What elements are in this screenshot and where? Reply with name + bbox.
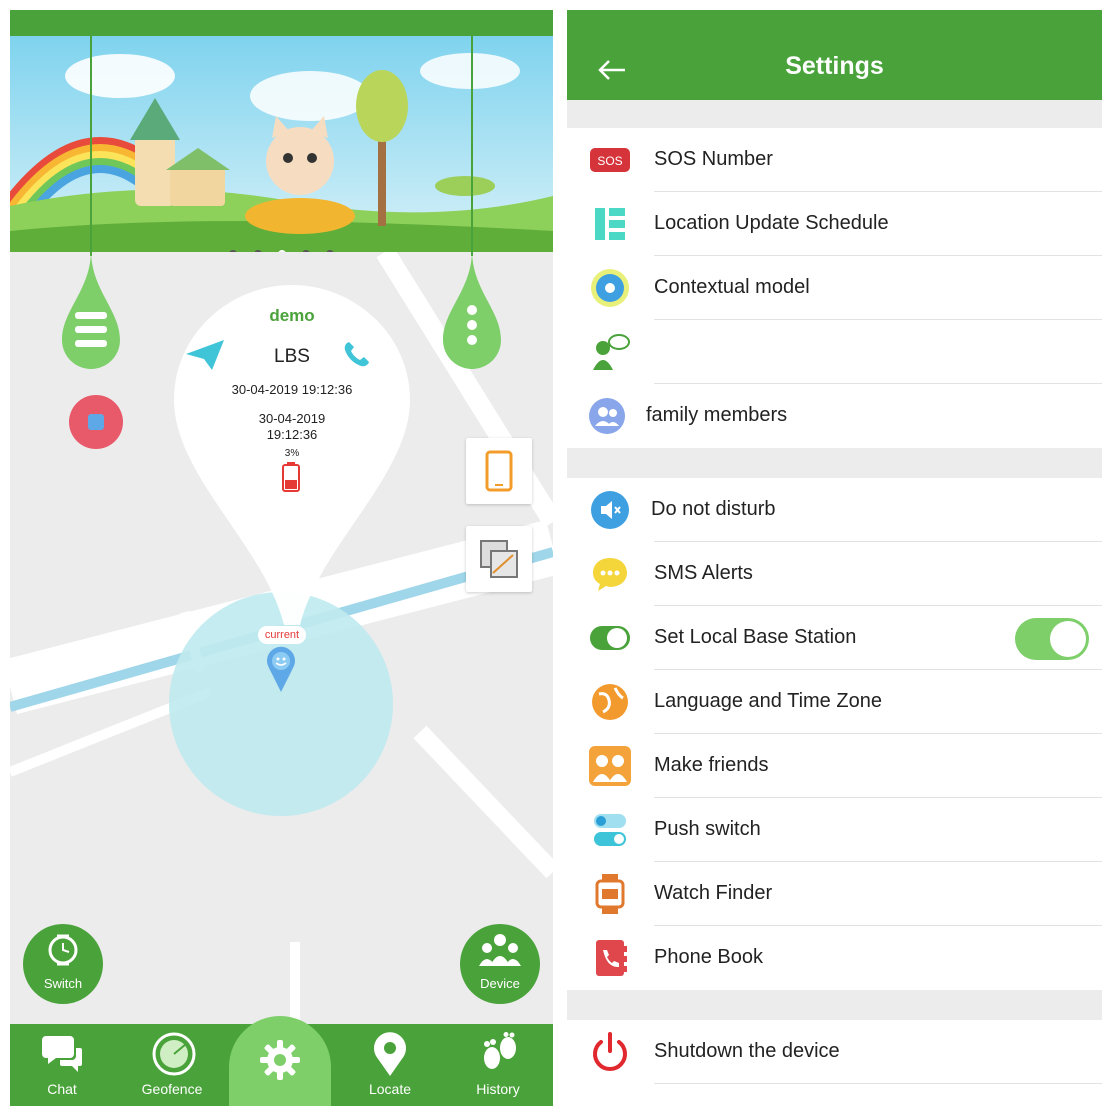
record-button[interactable] [69,395,123,449]
switch-button[interactable]: Switch [23,924,103,1004]
settings-screen: Settings SOS SOS Number Location Update … [567,10,1102,1106]
menu-icon [62,250,120,369]
watch-small-icon [88,414,104,430]
row-label: Language and Time Zone [654,690,882,712]
settings-row-location-update-schedule[interactable]: Location Update Schedule [567,192,1102,256]
sos-icon: SOS [590,148,630,172]
map-pin-icon [374,1032,406,1076]
tab-locate[interactable]: Locate [345,1024,435,1106]
row-label: Push switch [654,818,761,840]
gear-icon [260,1040,300,1080]
settings-row-contextual-model[interactable]: Contextual model [567,256,1102,320]
settings-row-push-switch[interactable]: Push switch [567,798,1102,862]
row-label: Do not disturb [651,498,776,520]
sms-icon [593,558,627,591]
mute-icon [591,491,629,529]
tab-history[interactable]: History [453,1024,543,1106]
toggle-knob [1050,621,1086,657]
tab-chat-label: Chat [47,1081,77,1097]
globe-icon [592,684,628,720]
radar-icon [152,1032,196,1076]
tab-locate-label: Locate [368,1081,412,1097]
power-icon [593,1032,627,1071]
watch-icon [595,874,625,914]
contextual-icon [591,269,629,307]
section-divider [567,100,1102,128]
menu-string [90,36,92,256]
settings-row-language-time-zone[interactable]: Language and Time Zone [567,670,1102,734]
send-icon[interactable] [186,340,224,370]
watch-switch-icon [48,934,78,966]
row-label: Set Local Base Station [654,626,857,648]
settings-header: Settings [567,10,1102,100]
settings-row-shutdown[interactable]: Shutdown the device [567,1020,1102,1084]
phone-view-button[interactable] [466,438,532,504]
row-label: SMS Alerts [654,562,753,584]
row-divider [654,1083,1102,1084]
settings-row-sms-alerts[interactable]: SMS Alerts [567,542,1102,606]
menu-button[interactable] [62,250,120,372]
tab-geofence-label: Geofence [141,1081,203,1097]
page-title: Settings [785,52,884,80]
current-location-marker-icon[interactable] [266,646,296,692]
layers-icon [480,540,518,578]
settings-row-do-not-disturb[interactable]: Do not disturb [567,478,1102,542]
device-button[interactable]: Device [460,924,540,1004]
friends-icon [589,746,631,786]
phonebook-icon [596,940,627,976]
settings-row-watch-finder[interactable]: Watch Finder [567,862,1102,926]
more-string [471,36,473,256]
row-label: family members [646,404,788,426]
section-divider [567,990,1102,1020]
current-label: current [258,626,306,644]
schedule-icon [595,208,625,240]
battery-percent: 3% [284,448,300,459]
family-icon [589,398,625,434]
row-label: Location Update Schedule [654,212,889,234]
tab-chat[interactable]: Chat [17,1024,107,1106]
tab-history-label: History [476,1081,520,1097]
chat-bubbles-icon [42,1036,82,1072]
more-vertical-icon [443,250,501,369]
map-layer-button[interactable] [466,526,532,592]
tab-geofence[interactable]: Geofence [127,1024,217,1106]
row-label: Contextual model [654,276,810,298]
settings-row-make-friends[interactable]: Make friends [567,734,1102,798]
device-label: Device [480,976,520,991]
push-switch-icon [594,814,626,846]
phone-call-icon[interactable] [343,340,371,368]
locate-time: 19:12:36 [266,427,318,442]
status-bar [10,10,553,36]
settings-row-family-members[interactable]: family members [567,384,1102,448]
settings-row-sos-number[interactable]: SOS SOS Number [567,128,1102,192]
row-label: Make friends [654,754,769,776]
settings-row-phone-book[interactable]: Phone Book [567,926,1102,990]
settings-row-contact[interactable] [567,320,1102,384]
row-label: Watch Finder [654,882,773,904]
device-name: demo [269,306,315,325]
map-screen: demo LBS 30-04-2019 19:12:36 30-04-2019 … [10,10,553,1106]
section-divider [567,448,1102,478]
update-time: 30-04-2019 19:12:36 [231,382,353,397]
battery-low-icon [282,462,300,492]
smartphone-icon [485,450,513,492]
locate-date: 30-04-2019 [258,411,326,426]
contact-icon [593,334,630,370]
group-devices-icon [479,934,521,966]
settings-row-set-local-base-station[interactable]: Set Local Base Station [567,606,1102,670]
footprints-icon [484,1032,516,1069]
row-label: Phone Book [654,946,763,968]
svg-text:SOS: SOS [597,154,622,168]
row-label: SOS Number [654,148,773,170]
switch-label: Switch [43,976,83,991]
more-button[interactable] [443,250,501,372]
row-label: Shutdown the device [654,1040,840,1062]
base-station-toggle[interactable] [1015,618,1089,660]
base-station-icon [590,626,630,650]
